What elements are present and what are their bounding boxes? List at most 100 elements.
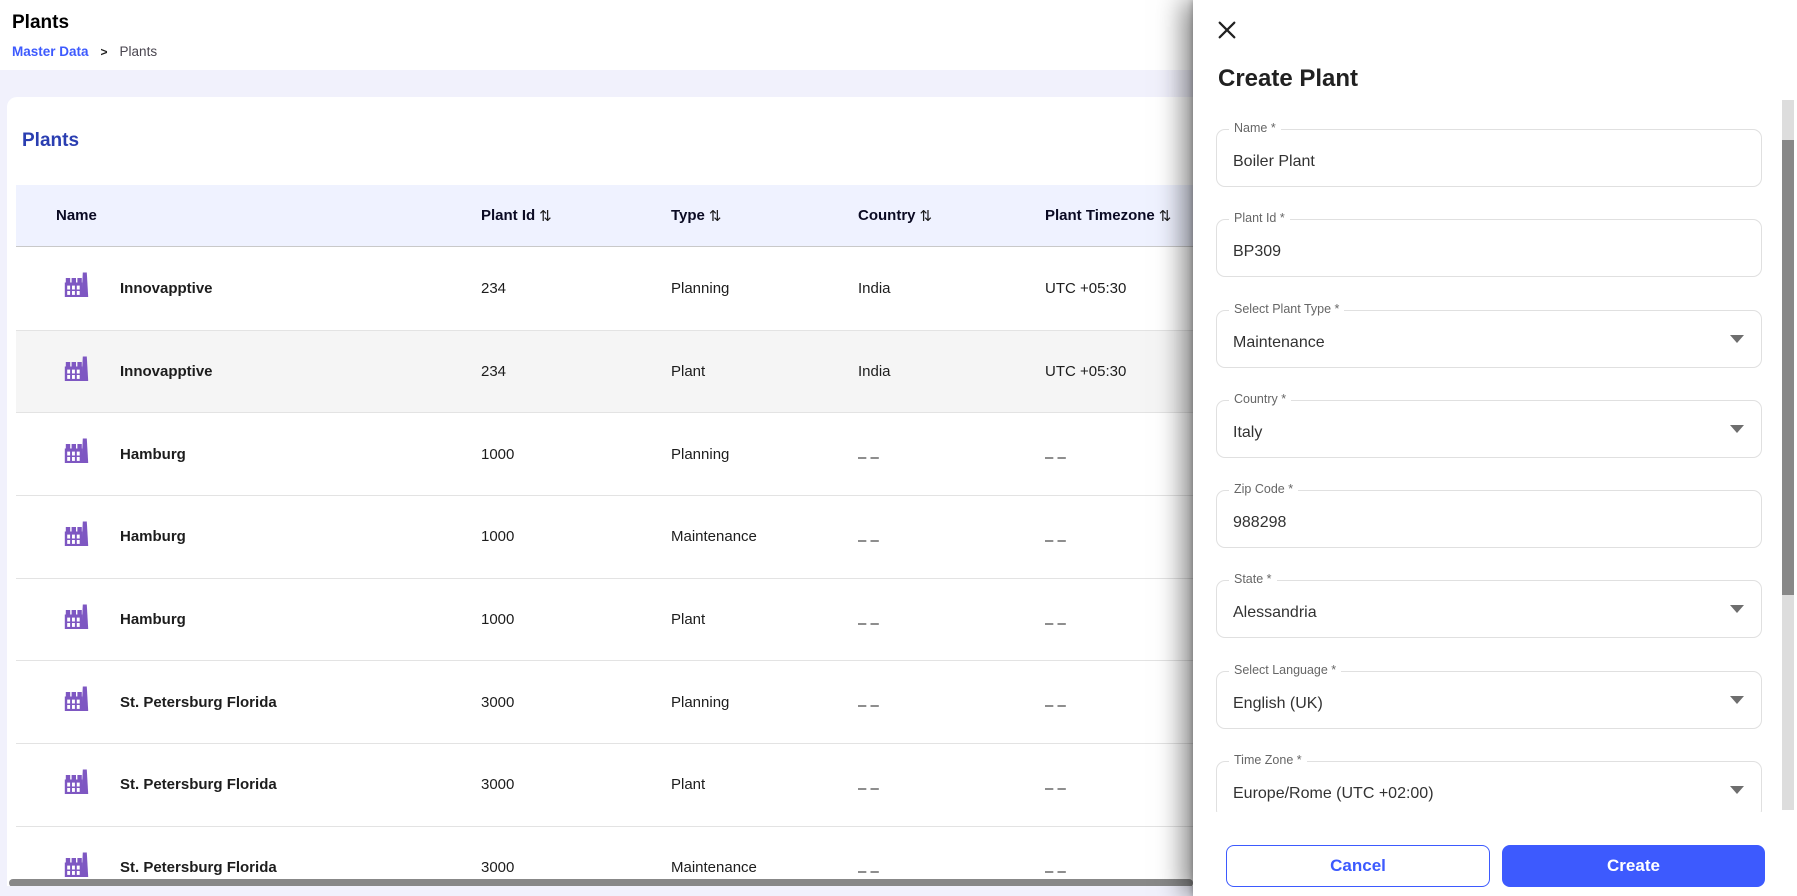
cell-country: – – — [858, 779, 879, 797]
field-zip-code[interactable]: Zip Code * 988298 — [1216, 482, 1762, 549]
field-country[interactable]: Country * Italy — [1216, 391, 1762, 458]
plant-name: Hamburg — [120, 528, 186, 546]
factory-icon — [64, 852, 89, 877]
dropdown-arrow-icon — [1730, 334, 1744, 343]
cell-type: Planning — [671, 693, 730, 711]
sort-icon[interactable]: ⇅ — [709, 207, 722, 225]
field-name[interactable]: Name * Boiler Plant — [1216, 121, 1762, 187]
field-value: Italy — [1233, 423, 1263, 441]
field-label: Plant Id * — [1229, 211, 1290, 226]
column-header-label: Plant Id — [481, 207, 536, 224]
factory-icon — [64, 521, 89, 546]
column-header-label: Type — [671, 207, 705, 224]
cell-plant-id: 234 — [481, 279, 507, 297]
factory-icon — [64, 272, 89, 298]
cell-country: – – — [858, 614, 879, 632]
field-value: 988298 — [1233, 514, 1287, 532]
cell-name: St. Petersburg Florida — [16, 769, 465, 800]
drawer-scrollbar-thumb[interactable] — [1782, 140, 1794, 595]
cell-name: Innovapptive — [16, 356, 465, 387]
field-value: Boiler Plant — [1233, 153, 1315, 170]
plant-name: St. Petersburg Florida — [120, 776, 277, 794]
cell-name: Hamburg — [16, 521, 465, 552]
cell-type: Planning — [671, 279, 730, 297]
field-label: Time Zone * — [1229, 753, 1307, 768]
field-label: Select Language * — [1229, 662, 1342, 677]
cell-plant-id: 234 — [481, 363, 507, 381]
field-label: State * — [1229, 572, 1277, 587]
plant-name: St. Petersburg Florida — [120, 859, 277, 877]
factory-icon — [64, 604, 89, 629]
sort-icon[interactable]: ⇅ — [1159, 207, 1172, 225]
cell-plant-id: 1000 — [481, 611, 515, 629]
cell-country: – – — [858, 531, 879, 549]
plant-name: Hamburg — [120, 611, 186, 629]
column-header-plant-id[interactable]: Plant Id ⇅ — [465, 207, 655, 225]
cell-type: Maintenance — [671, 859, 757, 877]
plant-name: Innovapptive — [120, 363, 213, 381]
plant-name: Innovapptive — [120, 279, 213, 297]
field-label: Country * — [1229, 391, 1292, 406]
create-button[interactable]: Create — [1502, 845, 1765, 887]
sort-icon[interactable]: ⇅ — [539, 207, 552, 225]
plant-name: Hamburg — [120, 445, 186, 463]
column-header-country[interactable]: Country ⇅ — [842, 207, 1029, 225]
cell-country: – – — [858, 862, 879, 880]
cell-type: Planning — [671, 445, 730, 463]
cell-country: – – — [858, 449, 879, 467]
field-select-language[interactable]: Select Language * English (UK) — [1216, 662, 1762, 729]
column-header-label: Name — [56, 207, 97, 224]
breadcrumb-separator: > — [100, 44, 108, 59]
field-value: Alessandria — [1233, 604, 1317, 622]
cell-plant-id: 3000 — [481, 693, 515, 711]
drawer-title: Create Plant — [1218, 65, 1359, 92]
column-header-name: Name — [16, 207, 465, 224]
cell-type: Plant — [671, 611, 706, 629]
breadcrumb: Master Data > Plants — [12, 44, 157, 59]
cell-plant-id: 1000 — [481, 445, 515, 463]
breadcrumb-master-data[interactable]: Master Data — [12, 44, 89, 59]
column-header-label: Plant Timezone — [1045, 207, 1155, 224]
column-header-type[interactable]: Type ⇅ — [655, 207, 842, 225]
cell-plant-id: 3000 — [481, 859, 515, 877]
sort-icon[interactable]: ⇅ — [920, 207, 933, 225]
dropdown-arrow-icon — [1730, 605, 1744, 614]
breadcrumb-current: Plants — [119, 44, 158, 59]
horizontal-scrollbar[interactable] — [9, 879, 1193, 886]
page-title: Plants — [12, 12, 70, 33]
field-select-plant-type[interactable]: Select Plant Type * Maintenance — [1216, 301, 1762, 368]
factory-icon — [64, 438, 89, 464]
dropdown-arrow-icon — [1730, 786, 1744, 795]
card-heading: Plants — [22, 130, 80, 151]
cell-name: Innovapptive — [16, 272, 465, 303]
cell-plant-id: 1000 — [481, 528, 515, 546]
cell-name: St. Petersburg Florida — [16, 686, 465, 717]
cell-type: Maintenance — [671, 528, 757, 546]
cell-country: India — [858, 363, 891, 381]
cell-type: Plant — [671, 363, 706, 381]
factory-icon — [64, 769, 89, 794]
dropdown-arrow-icon — [1730, 424, 1744, 433]
field-label: Zip Code * — [1229, 482, 1299, 497]
cell-type: Plant — [671, 776, 706, 794]
field-label: Select Plant Type * — [1229, 301, 1345, 316]
field-label: Name * — [1229, 121, 1281, 135]
field-value: Europe/Rome (UTC +02:00) — [1233, 785, 1434, 803]
close-icon[interactable] — [1216, 19, 1238, 41]
cancel-button[interactable]: Cancel — [1226, 845, 1490, 887]
dropdown-arrow-icon — [1730, 695, 1744, 704]
cell-country: – – — [858, 697, 879, 715]
column-header-label: Country — [858, 207, 916, 224]
factory-icon — [64, 356, 89, 381]
cell-country: India — [858, 279, 891, 297]
field-value: Maintenance — [1233, 333, 1325, 351]
field-state[interactable]: State * Alessandria — [1216, 572, 1762, 639]
field-time-zone[interactable]: Time Zone * Europe/Rome (UTC +02:00) — [1216, 753, 1762, 812]
plant-name: St. Petersburg Florida — [120, 693, 277, 711]
create-plant-drawer: Create Plant Name * Boiler Plant Plant Id … — [1193, 0, 1797, 896]
cell-name: Hamburg — [16, 604, 465, 635]
field-value: BP309 — [1233, 243, 1282, 261]
field-plant-id[interactable]: Plant Id * BP309 — [1216, 211, 1762, 278]
drawer-form: Name * Boiler Plant Plant Id * BP309 Select … — [1193, 100, 1797, 812]
factory-icon — [64, 686, 89, 712]
